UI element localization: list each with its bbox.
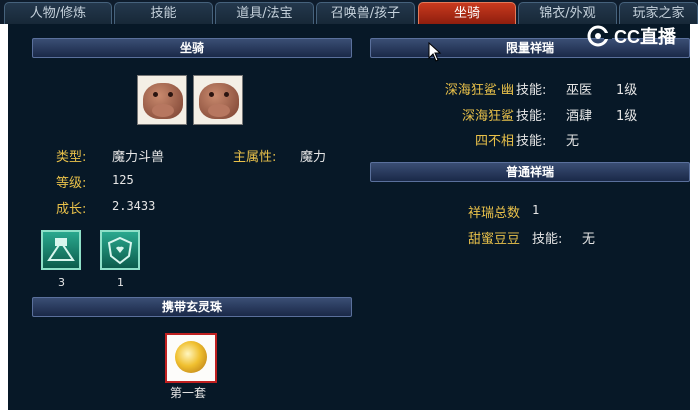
mount-panel: 坐骑 类型: 魔力斗兽 主属性: 魔力 等级: 125 成长: 2.3433 3… <box>8 24 690 410</box>
bead-section-header: 携带玄灵珠 <box>32 297 352 317</box>
normal-total-value: 1 <box>532 203 540 217</box>
skill-shield-icon[interactable] <box>100 230 140 270</box>
limited-level-1: 1级 <box>616 83 638 98</box>
limited-skill-label-3: 技能: <box>516 134 547 149</box>
cursor-icon <box>428 42 442 62</box>
type-label: 类型: <box>56 150 87 165</box>
level-value: 125 <box>112 173 134 187</box>
hippo-mount-icon <box>143 83 183 119</box>
tab-home[interactable]: 玩家之家 <box>619 2 698 24</box>
main-attr-label: 主属性: <box>233 150 277 165</box>
normal-name-1: 甜蜜豆豆 <box>467 232 520 247</box>
tab-outfit[interactable]: 锦衣/外观 <box>518 2 617 24</box>
mount-slot-1[interactable] <box>137 75 187 125</box>
tab-items[interactable]: 道具/法宝 <box>215 2 314 24</box>
growth-label: 成长: <box>56 202 87 217</box>
skill-count-1: 3 <box>58 276 65 289</box>
type-value: 魔力斗兽 <box>112 150 165 165</box>
limited-name-2: 深海狂鲨 <box>461 109 514 124</box>
normal-total-label: 祥瑞总数 <box>467 206 520 221</box>
limited-skill-label-2: 技能: <box>516 109 547 124</box>
mount-slot-2[interactable] <box>193 75 243 125</box>
growth-value: 2.3433 <box>112 199 156 213</box>
right-edge <box>690 24 698 412</box>
cc-logo-icon <box>587 25 612 47</box>
hippo-mount-icon <box>199 83 239 119</box>
skill-count-2: 1 <box>117 276 124 289</box>
gold-bead-icon <box>175 341 207 373</box>
mount-section-header: 坐骑 <box>32 38 352 58</box>
limited-level-2: 1级 <box>616 109 638 124</box>
limited-name-1: 深海狂鲨·幽 <box>444 83 514 98</box>
bead-set-label: 第一套 <box>170 386 207 400</box>
cc-watermark: CC直播 <box>586 24 676 48</box>
tab-summons[interactable]: 召唤兽/孩子 <box>316 2 415 24</box>
normal-section-header: 普通祥瑞 <box>370 162 690 182</box>
tab-character[interactable]: 人物/修炼 <box>4 2 112 24</box>
limited-skill-label-1: 技能: <box>516 83 547 98</box>
watermark-text: CC直播 <box>614 27 676 47</box>
tab-bar: 人物/修炼 技能 道具/法宝 召唤兽/孩子 坐骑 锦衣/外观 玩家之家 <box>0 0 698 24</box>
limited-skill-2: 酒肆 <box>566 109 593 124</box>
tab-mount[interactable]: 坐骑 <box>418 2 516 24</box>
limited-skill-3: 无 <box>566 134 580 149</box>
main-attr-value: 魔力 <box>300 150 327 165</box>
normal-skill-1: 无 <box>582 232 596 247</box>
limited-name-3: 四不相 <box>474 134 514 149</box>
level-label: 等级: <box>56 176 87 191</box>
limited-skill-1: 巫医 <box>566 83 593 98</box>
bead-slot[interactable] <box>165 333 217 383</box>
tab-skills[interactable]: 技能 <box>114 2 213 24</box>
normal-skill-label-1: 技能: <box>532 232 563 247</box>
skill-stamp-icon[interactable] <box>41 230 81 270</box>
